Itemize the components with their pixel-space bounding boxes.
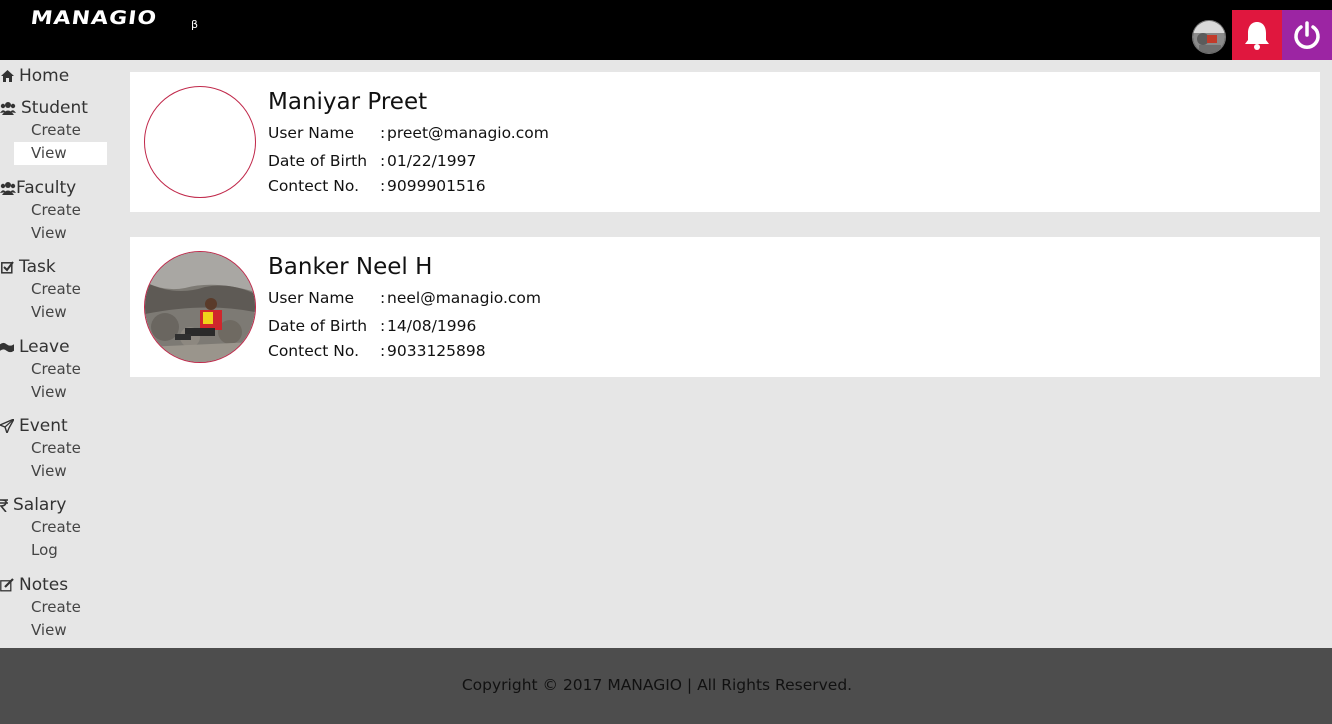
dob-row: Date of Birth:01/22/1997 <box>268 152 476 170</box>
edit-icon <box>0 578 14 592</box>
paper-plane-icon <box>0 419 14 433</box>
brand-logo[interactable]: MANAGIO <box>29 8 158 29</box>
sidebar-student-label: Student <box>21 98 88 118</box>
sidebar-salary-label: Salary <box>13 495 67 515</box>
student-card[interactable]: Banker Neel H User Name: neel@managio.com… <box>130 237 1320 377</box>
sidebar-notes-label: Notes <box>19 575 69 595</box>
sidebar-leave-label: Leave <box>19 337 70 357</box>
dob-value: 14/08/1996 <box>387 317 477 335</box>
beta-label: β <box>191 18 199 31</box>
contact-value: 9033125898 <box>387 342 486 360</box>
username-value: neel@managio.com <box>387 289 542 307</box>
sidebar-student-header[interactable]: Student <box>0 97 107 119</box>
colon: : <box>380 289 386 307</box>
power-icon <box>1294 21 1320 49</box>
contact-row: Contect No.:9099901516 <box>268 177 486 195</box>
event-view-link[interactable]: View <box>0 460 81 483</box>
logout-button[interactable] <box>1282 10 1332 60</box>
notes-create-link[interactable]: Create <box>0 596 81 619</box>
colon: : <box>380 317 386 335</box>
home-icon <box>0 69 14 83</box>
bell-icon <box>1245 22 1269 50</box>
footer: Copyright © 2017 MANAGIO | All Rights Re… <box>0 648 1332 724</box>
task-view-link[interactable]: View <box>0 301 81 324</box>
username-row: User Name: preet@managio.com <box>268 124 549 142</box>
task-create-link[interactable]: Create <box>0 278 81 301</box>
student-name: Maniyar Preet <box>268 89 428 115</box>
sidebar-home-label: Home <box>19 66 70 86</box>
users-icon <box>0 181 16 195</box>
copyright-text: Copyright © 2017 MANAGIO | All Rights Re… <box>461 676 853 694</box>
faculty-create-link[interactable]: Create <box>0 199 81 222</box>
sidebar-event-label: Event <box>19 416 68 436</box>
sidebar-section-event: Event Create View <box>0 415 81 483</box>
sidebar-section-notes: Notes Create View <box>0 574 81 642</box>
colon: : <box>380 124 386 142</box>
notes-view-link[interactable]: View <box>0 619 81 642</box>
user-avatar[interactable] <box>1192 20 1226 54</box>
top-navbar: MANAGIO β <box>0 0 1332 60</box>
contact-label: Contect No. <box>268 342 360 360</box>
student-name: Banker Neel H <box>268 254 433 280</box>
student-create-link[interactable]: Create <box>0 119 107 142</box>
student-card[interactable]: Maniyar Preet User Name: preet@managio.co… <box>130 72 1320 212</box>
salary-log-link[interactable]: Log <box>0 539 81 562</box>
dob-label: Date of Birth <box>268 317 368 335</box>
leave-create-link[interactable]: Create <box>0 358 81 381</box>
student-view-link[interactable]: View <box>14 142 107 165</box>
sidebar-task-header[interactable]: Task <box>0 256 81 278</box>
username-label: User Name <box>268 289 354 307</box>
sidebar-section-faculty: Faculty Create View <box>0 177 81 245</box>
sidebar-notes-header[interactable]: Notes <box>0 574 81 596</box>
username-value: preet@managio.com <box>387 124 549 142</box>
username-label: User Name <box>268 124 354 142</box>
username-row: User Name: neel@managio.com <box>268 289 541 307</box>
sidebar: Home Student Create View Faculty Create … <box>0 60 120 648</box>
leave-view-link[interactable]: View <box>0 381 81 404</box>
contact-value: 9099901516 <box>387 177 486 195</box>
dob-row: Date of Birth:14/08/1996 <box>268 317 476 335</box>
colon: : <box>380 177 386 195</box>
contact-row: Contect No.:9033125898 <box>268 342 486 360</box>
sidebar-faculty-header[interactable]: Faculty <box>0 177 81 199</box>
sidebar-section-task: Task Create View <box>0 256 81 324</box>
colon: : <box>380 342 386 360</box>
sidebar-salary-header[interactable]: Salary <box>0 494 81 516</box>
salary-create-link[interactable]: Create <box>0 516 81 539</box>
sidebar-section-student: Student Create View <box>0 97 107 165</box>
sidebar-section-leave: Leave Create View <box>0 336 81 404</box>
sidebar-event-header[interactable]: Event <box>0 415 81 437</box>
sidebar-section-salary: Salary Create Log <box>0 494 81 562</box>
event-create-link[interactable]: Create <box>0 437 81 460</box>
dob-label: Date of Birth <box>268 152 368 170</box>
sidebar-home[interactable]: Home <box>0 65 69 87</box>
dob-value: 01/22/1997 <box>387 152 477 170</box>
colon: : <box>380 152 386 170</box>
sidebar-leave-header[interactable]: Leave <box>0 336 81 358</box>
sidebar-task-label: Task <box>19 257 56 277</box>
faculty-view-link[interactable]: View <box>0 222 81 245</box>
rupee-icon <box>0 498 8 512</box>
notification-button[interactable] <box>1232 10 1282 60</box>
student-avatar <box>144 86 256 198</box>
contact-label: Contect No. <box>268 177 360 195</box>
flag-icon <box>0 340 14 354</box>
checkbox-icon <box>0 260 14 274</box>
sidebar-faculty-label: Faculty <box>16 178 77 198</box>
student-avatar <box>144 251 256 363</box>
users-icon <box>0 101 16 115</box>
